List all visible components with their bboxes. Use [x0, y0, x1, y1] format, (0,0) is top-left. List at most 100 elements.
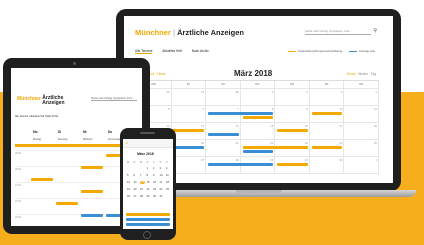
tablet-event[interactable]	[81, 214, 103, 217]
phone-date[interactable]: 21	[140, 188, 143, 191]
calendar-day-cell[interactable]: 27	[171, 157, 207, 174]
phone-date[interactable]: 10	[160, 174, 163, 177]
nav-archiv[interactable]: Nach Archiv	[192, 49, 209, 53]
phone-date[interactable]: 13	[134, 181, 137, 184]
phone-date[interactable]: 20	[134, 188, 137, 191]
site-logo[interactable]: Münchner | Ärztliche Anzeigen	[135, 28, 244, 37]
phone-date[interactable]: 27	[134, 195, 137, 198]
phone-date[interactable]: 25	[166, 188, 169, 191]
calendar-event[interactable]	[242, 116, 274, 119]
phone-date[interactable]: 18	[166, 181, 169, 184]
calendar-day-cell[interactable]: 3	[309, 89, 345, 106]
phone-date[interactable]: 8	[147, 174, 148, 177]
calendar-day-cell[interactable]: 1	[240, 89, 276, 106]
tablet-nav-alle-termine[interactable]: Alle Termine	[15, 115, 28, 118]
calendar-day-cell[interactable]: 14	[206, 123, 241, 140]
tablet-nav-archiv[interactable]: Nach Archiv	[45, 115, 58, 118]
phone-date[interactable]: 17	[160, 181, 163, 184]
phone-weekday: D	[133, 161, 136, 164]
calendar-day-cell[interactable]: 9	[275, 106, 310, 123]
calendar-day-cell[interactable]: 17	[309, 123, 345, 140]
calendar-day-cell[interactable]: 21	[206, 140, 241, 157]
phone-date[interactable]: 12	[127, 181, 130, 184]
phone-date[interactable]: 6	[134, 174, 135, 177]
calendar-day-cell[interactable]: 2	[275, 89, 310, 106]
calendar-event[interactable]	[242, 150, 274, 153]
phone-weekday: M	[140, 161, 143, 164]
calendar-day-cell[interactable]: 11	[344, 106, 379, 123]
tablet-nav-aktuelles-heft[interactable]: Aktuelles Heft	[29, 115, 44, 118]
calendar-event[interactable]	[277, 129, 308, 132]
phone-home-button[interactable]	[143, 231, 151, 239]
calendar-event[interactable]	[173, 146, 205, 149]
phone-event[interactable]	[126, 218, 170, 221]
phone-date[interactable]: 2	[153, 167, 154, 170]
phone-date[interactable]: 15	[147, 181, 150, 184]
phone-date[interactable]: 19	[127, 188, 130, 191]
phone-date[interactable]: 3	[160, 167, 161, 170]
weekday-header: DO	[240, 81, 276, 89]
main-nav: Alle Termine Aktuelles Heft Nach Archiv	[135, 49, 218, 54]
phone-menu-icon[interactable]: ≡	[126, 141, 128, 145]
weekday-header: FR	[275, 81, 310, 89]
phone-date[interactable]: 1	[147, 167, 148, 170]
phone-date[interactable]: 7	[140, 174, 141, 177]
phone-date[interactable]: 4	[166, 167, 167, 170]
tablet-event[interactable]	[56, 202, 78, 205]
calendar-day-cell[interactable]: 6	[171, 106, 207, 123]
search-input[interactable]: Suche nach Vortrag, Symposium, Kurs ...	[305, 30, 371, 35]
tablet-search-input[interactable]: Suche nach Vortrag, Symposium, Kurs ...	[91, 97, 137, 101]
view-week[interactable]: Woche	[358, 72, 368, 76]
calendar-day-cell[interactable]: 18	[344, 123, 379, 140]
tablet-weekday[interactable]: Do	[108, 130, 112, 134]
phone-date[interactable]: 30	[153, 195, 156, 198]
tablet-weekday[interactable]: Di	[58, 130, 61, 134]
phone-date[interactable]: 28	[140, 195, 143, 198]
nav-alle-termine[interactable]: Alle Termine	[135, 49, 153, 54]
weekday-header: SA	[309, 81, 345, 89]
calendar-day-cell[interactable]: 1	[344, 157, 379, 174]
phone-date[interactable]: 11	[166, 174, 169, 177]
calendar-event[interactable]	[242, 146, 308, 149]
calendar-event[interactable]	[208, 133, 239, 136]
calendar-day-cell[interactable]: 25	[344, 140, 379, 157]
weekday-header: DI	[171, 81, 207, 89]
calendar-event[interactable]	[277, 163, 308, 166]
tablet-logo[interactable]: Münchner Ärztliche Anzeigen	[17, 96, 70, 106]
calendar-day-cell[interactable]: 4	[344, 89, 379, 106]
calendar-day-cell[interactable]: 31	[309, 157, 345, 174]
calendar-event[interactable]	[208, 112, 274, 115]
tablet-event[interactable]	[81, 166, 103, 169]
view-day[interactable]: Tag	[371, 72, 376, 76]
phone-date[interactable]: 31	[160, 195, 163, 198]
phone-date[interactable]: 23	[153, 188, 156, 191]
tablet-hour-label: 09:00	[15, 168, 21, 171]
calendar-day-cell[interactable]: 28	[206, 89, 241, 106]
calendar-event[interactable]	[311, 146, 343, 149]
tablet-weekday[interactable]: Mo	[33, 130, 38, 134]
calendar-day-cell[interactable]: 15	[240, 123, 276, 140]
calendar-event[interactable]	[311, 112, 343, 115]
phone-date[interactable]: 29	[147, 195, 150, 198]
calendar-day-cell[interactable]: 27	[171, 89, 207, 106]
view-month[interactable]: Monat	[347, 72, 356, 76]
phone-date[interactable]: 22	[147, 188, 150, 191]
phone-date[interactable]: 16	[153, 181, 156, 184]
phone-date[interactable]: 14	[140, 181, 145, 184]
tablet-weekday[interactable]: Mi	[83, 130, 87, 134]
calendar-event[interactable]	[208, 163, 274, 166]
tablet-event[interactable]	[81, 190, 103, 193]
tablet-hour-label: 06:00	[15, 152, 21, 155]
phone-date[interactable]: 26	[127, 195, 130, 198]
phone-date[interactable]: 9	[153, 174, 154, 177]
phone-event[interactable]	[126, 223, 170, 226]
phone-event[interactable]	[126, 213, 170, 216]
tablet-nav: Alle Termine Aktuelles Heft Nach Archiv	[15, 115, 58, 118]
phone-date[interactable]: 24	[160, 188, 163, 191]
logo-muenchner: Münchner	[135, 28, 171, 37]
phone-date[interactable]: 5	[127, 174, 128, 177]
tablet-weekday-name: Mittwoch	[83, 138, 93, 141]
search-icon[interactable]: ⚲	[373, 28, 377, 34]
nav-aktuelles-heft[interactable]: Aktuelles Heft	[162, 49, 182, 53]
tablet-event[interactable]	[31, 178, 53, 181]
